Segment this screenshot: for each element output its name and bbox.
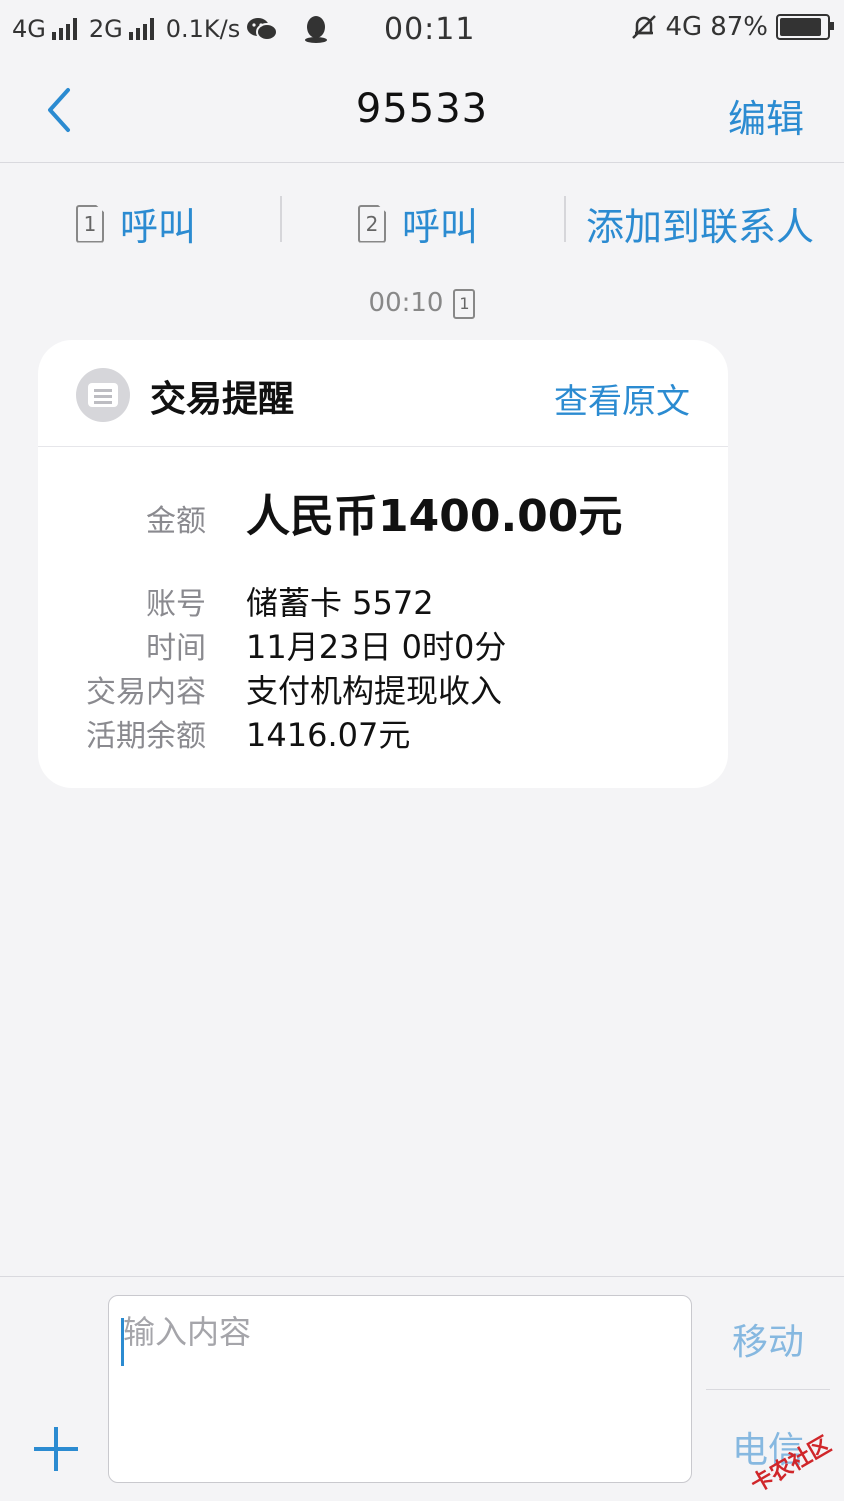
detail-label: 金额: [146, 504, 206, 539]
network-type-right: 4G: [665, 12, 703, 42]
status-left: 4G 2G 0.1K/s: [12, 14, 330, 44]
signal-icon: [51, 18, 77, 40]
call-sim1-button[interactable]: 1 呼叫: [76, 196, 196, 251]
add-contact-label: 添加到联系人: [586, 205, 815, 249]
message-time: 00:10: [368, 288, 444, 318]
battery-percent: 87%: [710, 12, 768, 42]
sim-card-icon: 1: [76, 204, 104, 243]
detail-value: 储蓄卡 5572: [246, 584, 434, 622]
message-input[interactable]: [121, 1306, 685, 1358]
message-timestamp: 00:10 1: [0, 288, 844, 319]
header: 95533 编辑: [0, 58, 844, 163]
card-header: 交易提醒 查看原文: [38, 340, 728, 447]
network-type-1: 4G: [12, 15, 46, 43]
detail-label: 活期余额: [86, 719, 206, 754]
compose-bar: 移动 电信 卡农社区: [0, 1276, 844, 1501]
sim-card-icon: 2: [358, 204, 386, 243]
wechat-icon: [247, 18, 279, 41]
message-bubble-icon: [76, 368, 130, 422]
status-bar: 4G 2G 0.1K/s 00:11 4G 87%: [0, 0, 844, 58]
status-time: 00:11: [384, 12, 476, 47]
detail-value: 人民币1400.00元: [246, 491, 623, 542]
sim-card-icon: 1: [453, 288, 476, 319]
detail-label: 账号: [146, 587, 206, 622]
add-contact-button[interactable]: 添加到联系人: [586, 196, 814, 251]
message-input-box[interactable]: [108, 1295, 692, 1483]
qq-icon: [305, 16, 328, 43]
detail-label: 时间: [146, 631, 206, 666]
message-card[interactable]: 交易提醒 查看原文 金额 人民币1400.00元 账号 储蓄卡 5572 时间 …: [38, 340, 728, 788]
signal-icon-2: [128, 18, 154, 40]
network-speed: 0.1K/s: [165, 15, 241, 43]
page-title: 95533: [355, 86, 489, 132]
detail-row-amount: 金额 人民币1400.00元: [38, 480, 728, 544]
detail-label: 交易内容: [86, 675, 206, 710]
divider: [706, 1389, 830, 1390]
edit-button[interactable]: 编辑: [728, 88, 804, 143]
call-label: 呼叫: [402, 205, 479, 249]
detail-row-content: 交易内容 支付机构提现收入: [38, 666, 728, 712]
battery-icon: [776, 14, 834, 40]
detail-value: 1416.07元: [246, 716, 411, 754]
divider: [280, 196, 282, 242]
card-title: 交易提醒: [150, 379, 295, 420]
status-right: 4G 87%: [630, 12, 834, 42]
call-sim2-button[interactable]: 2 呼叫: [358, 196, 478, 251]
network-type-2: 2G: [88, 15, 123, 43]
detail-row-account: 账号 储蓄卡 5572: [38, 578, 728, 624]
call-label: 呼叫: [120, 205, 197, 249]
mute-bell-icon: [631, 15, 656, 39]
detail-value: 11月23日 0时0分: [246, 628, 507, 666]
detail-row-time: 时间 11月23日 0时0分: [38, 622, 728, 668]
detail-row-balance: 活期余额 1416.07元: [38, 710, 728, 756]
divider: [564, 196, 566, 242]
send-mobile-button[interactable]: 移动: [732, 1313, 804, 1365]
plus-icon[interactable]: [34, 1427, 78, 1471]
view-original-link[interactable]: 查看原文: [554, 374, 690, 423]
detail-value: 支付机构提现收入: [246, 672, 503, 710]
